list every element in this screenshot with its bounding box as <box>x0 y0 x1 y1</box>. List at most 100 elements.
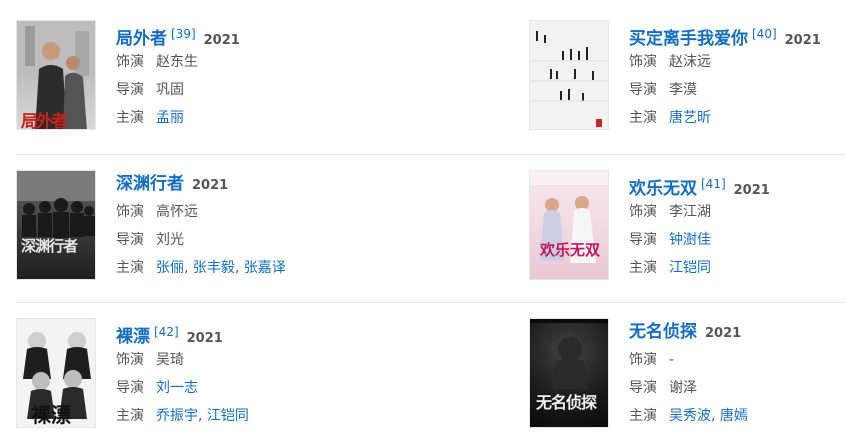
work-year: 2021 <box>203 33 240 48</box>
work-title-link[interactable]: 欢乐无双 <box>629 179 697 199</box>
work-year: 2021 <box>784 33 821 48</box>
director-label: 导演 <box>629 232 657 248</box>
poster-title-text: 裸漂 <box>31 403 71 427</box>
director-value: 谢泽 <box>669 380 697 396</box>
work-info: 深渊行者 2021 饰演 高怀远 导演 刘光 主演 张俪, 张丰毅, 张嘉译 <box>116 170 346 282</box>
star-separator: , <box>711 408 716 424</box>
star-link[interactable]: 张丰毅 <box>193 260 235 276</box>
work-card: 深渊行者 深渊行者 2021 饰演 高怀远 导演 刘光 主演 张俪, 张丰毅, 张嘉译 <box>16 170 346 282</box>
star-link[interactable]: 江铠同 <box>669 260 711 276</box>
role-value: 李江湖 <box>669 204 711 220</box>
poster-title-text: 无名侦探 <box>536 393 597 412</box>
citation-link[interactable]: [41] <box>701 177 726 191</box>
star-label: 主演 <box>629 260 657 276</box>
star-label: 主演 <box>629 408 657 424</box>
star-link[interactable]: 吴秀波 <box>669 408 711 424</box>
director-label: 导演 <box>629 82 657 98</box>
director-row: 导演 刘光 <box>116 226 346 254</box>
poster-image[interactable]: 欢乐无双 <box>529 170 609 280</box>
star-link[interactable]: 乔振宇 <box>156 408 198 424</box>
work-title-link[interactable]: 局外者 <box>116 29 167 49</box>
role-row: 饰演 吴琦 <box>116 346 346 374</box>
star-row: 主演 唐艺昕 <box>629 104 845 132</box>
role-label: 饰演 <box>629 204 657 220</box>
title-line: 裸漂 [42] 2021 <box>116 318 346 347</box>
director-label: 导演 <box>116 232 144 248</box>
director-row: 导演 谢泽 <box>629 374 845 402</box>
title-line: 无名侦探 2021 <box>629 318 845 346</box>
star-separator: , <box>234 260 240 276</box>
star-link[interactable]: 张俪 <box>156 260 184 276</box>
star-row: 主演 孟丽 <box>116 104 346 132</box>
role-value: 赵沫远 <box>669 54 711 70</box>
role-row: 饰演 赵东生 <box>116 48 346 76</box>
role-value: 赵东生 <box>156 54 198 70</box>
work-year: 2021 <box>186 331 223 346</box>
director-row: 导演 钟澍佳 <box>629 226 845 254</box>
star-row: 主演 江铠同 <box>629 254 845 282</box>
work-card: 无名侦探 无名侦探 2021 饰演 - 导演 谢泽 主演 吴秀波, 唐嫣 <box>529 318 845 430</box>
star-link[interactable]: 张嘉译 <box>244 260 286 276</box>
poster-art: 局外者 <box>17 21 95 129</box>
role-value: - <box>669 352 675 368</box>
work-info: 无名侦探 2021 饰演 - 导演 谢泽 主演 吴秀波, 唐嫣 <box>629 318 845 430</box>
work-year: 2021 <box>733 183 770 198</box>
work-info: 裸漂 [42] 2021 饰演 吴琦 导演 刘一志 主演 乔振宇, 江铠同 <box>116 318 346 430</box>
poster-image[interactable]: 局外者 <box>16 20 96 130</box>
director-row: 导演 刘一志 <box>116 374 346 402</box>
poster-image[interactable] <box>529 20 609 130</box>
star-label: 主演 <box>116 260 144 276</box>
role-label: 饰演 <box>116 352 144 368</box>
star-label: 主演 <box>629 110 657 126</box>
work-year: 2021 <box>192 178 229 193</box>
director-row: 导演 李漠 <box>629 76 845 104</box>
work-title-link[interactable]: 无名侦探 <box>629 322 697 342</box>
work-title-link[interactable]: 买定离手我爱你 <box>629 29 748 49</box>
work-year: 2021 <box>705 326 742 341</box>
poster-image[interactable]: 无名侦探 <box>529 318 609 428</box>
director-link[interactable]: 钟澍佳 <box>669 232 711 248</box>
role-value: 吴琦 <box>156 352 184 368</box>
poster-art: 深渊行者 <box>17 171 95 279</box>
star-link[interactable]: 唐艺昕 <box>669 110 711 126</box>
star-link[interactable]: 唐嫣 <box>720 408 748 424</box>
work-title-link[interactable]: 深渊行者 <box>116 174 184 194</box>
role-label: 饰演 <box>629 352 657 368</box>
star-link[interactable]: 孟丽 <box>156 110 184 126</box>
role-label: 饰演 <box>116 54 144 70</box>
director-value: 刘光 <box>156 232 184 248</box>
poster-art: 欢乐无双 <box>530 171 608 279</box>
poster-image[interactable]: 深渊行者 <box>16 170 96 280</box>
poster-art: 裸漂 <box>17 319 95 427</box>
role-label: 饰演 <box>116 204 144 220</box>
star-row: 主演 张俪, 张丰毅, 张嘉译 <box>116 254 346 282</box>
poster-art <box>530 21 608 129</box>
title-line: 局外者 [39] 2021 <box>116 20 346 49</box>
citation-link[interactable]: [40] <box>752 27 777 41</box>
work-card: 欢乐无双 欢乐无双 [41] 2021 饰演 李江湖 导演 钟澍佳 主演 江铠同 <box>529 170 845 282</box>
role-value: 高怀远 <box>156 204 198 220</box>
work-info: 买定离手我爱你 [40] 2021 饰演 赵沫远 导演 李漠 主演 唐艺昕 <box>629 20 845 132</box>
citation-link[interactable]: [39] <box>171 27 196 41</box>
star-row: 主演 乔振宇, 江铠同 <box>116 402 346 430</box>
role-label: 饰演 <box>629 54 657 70</box>
work-card: 买定离手我爱你 [40] 2021 饰演 赵沫远 导演 李漠 主演 唐艺昕 <box>529 20 845 132</box>
director-link[interactable]: 刘一志 <box>156 380 198 396</box>
title-line: 欢乐无双 [41] 2021 <box>629 170 845 199</box>
star-link[interactable]: 江铠同 <box>207 408 249 424</box>
poster-image[interactable]: 裸漂 <box>16 318 96 428</box>
row-divider <box>16 302 845 303</box>
director-value: 李漠 <box>669 82 697 98</box>
director-value: 巩固 <box>156 82 184 98</box>
director-label: 导演 <box>116 82 144 98</box>
poster-title-text: 局外者 <box>21 112 68 130</box>
work-title-link[interactable]: 裸漂 <box>116 327 150 347</box>
star-label: 主演 <box>116 110 144 126</box>
star-label: 主演 <box>116 408 144 424</box>
role-row: 饰演 - <box>629 346 845 374</box>
work-info: 局外者 [39] 2021 饰演 赵东生 导演 巩固 主演 孟丽 <box>116 20 346 132</box>
work-card: 局外者 局外者 [39] 2021 饰演 赵东生 导演 巩固 主演 孟丽 <box>16 20 346 132</box>
star-row: 主演 吴秀波, 唐嫣 <box>629 402 845 430</box>
director-label: 导演 <box>629 380 657 396</box>
citation-link[interactable]: [42] <box>154 325 179 339</box>
